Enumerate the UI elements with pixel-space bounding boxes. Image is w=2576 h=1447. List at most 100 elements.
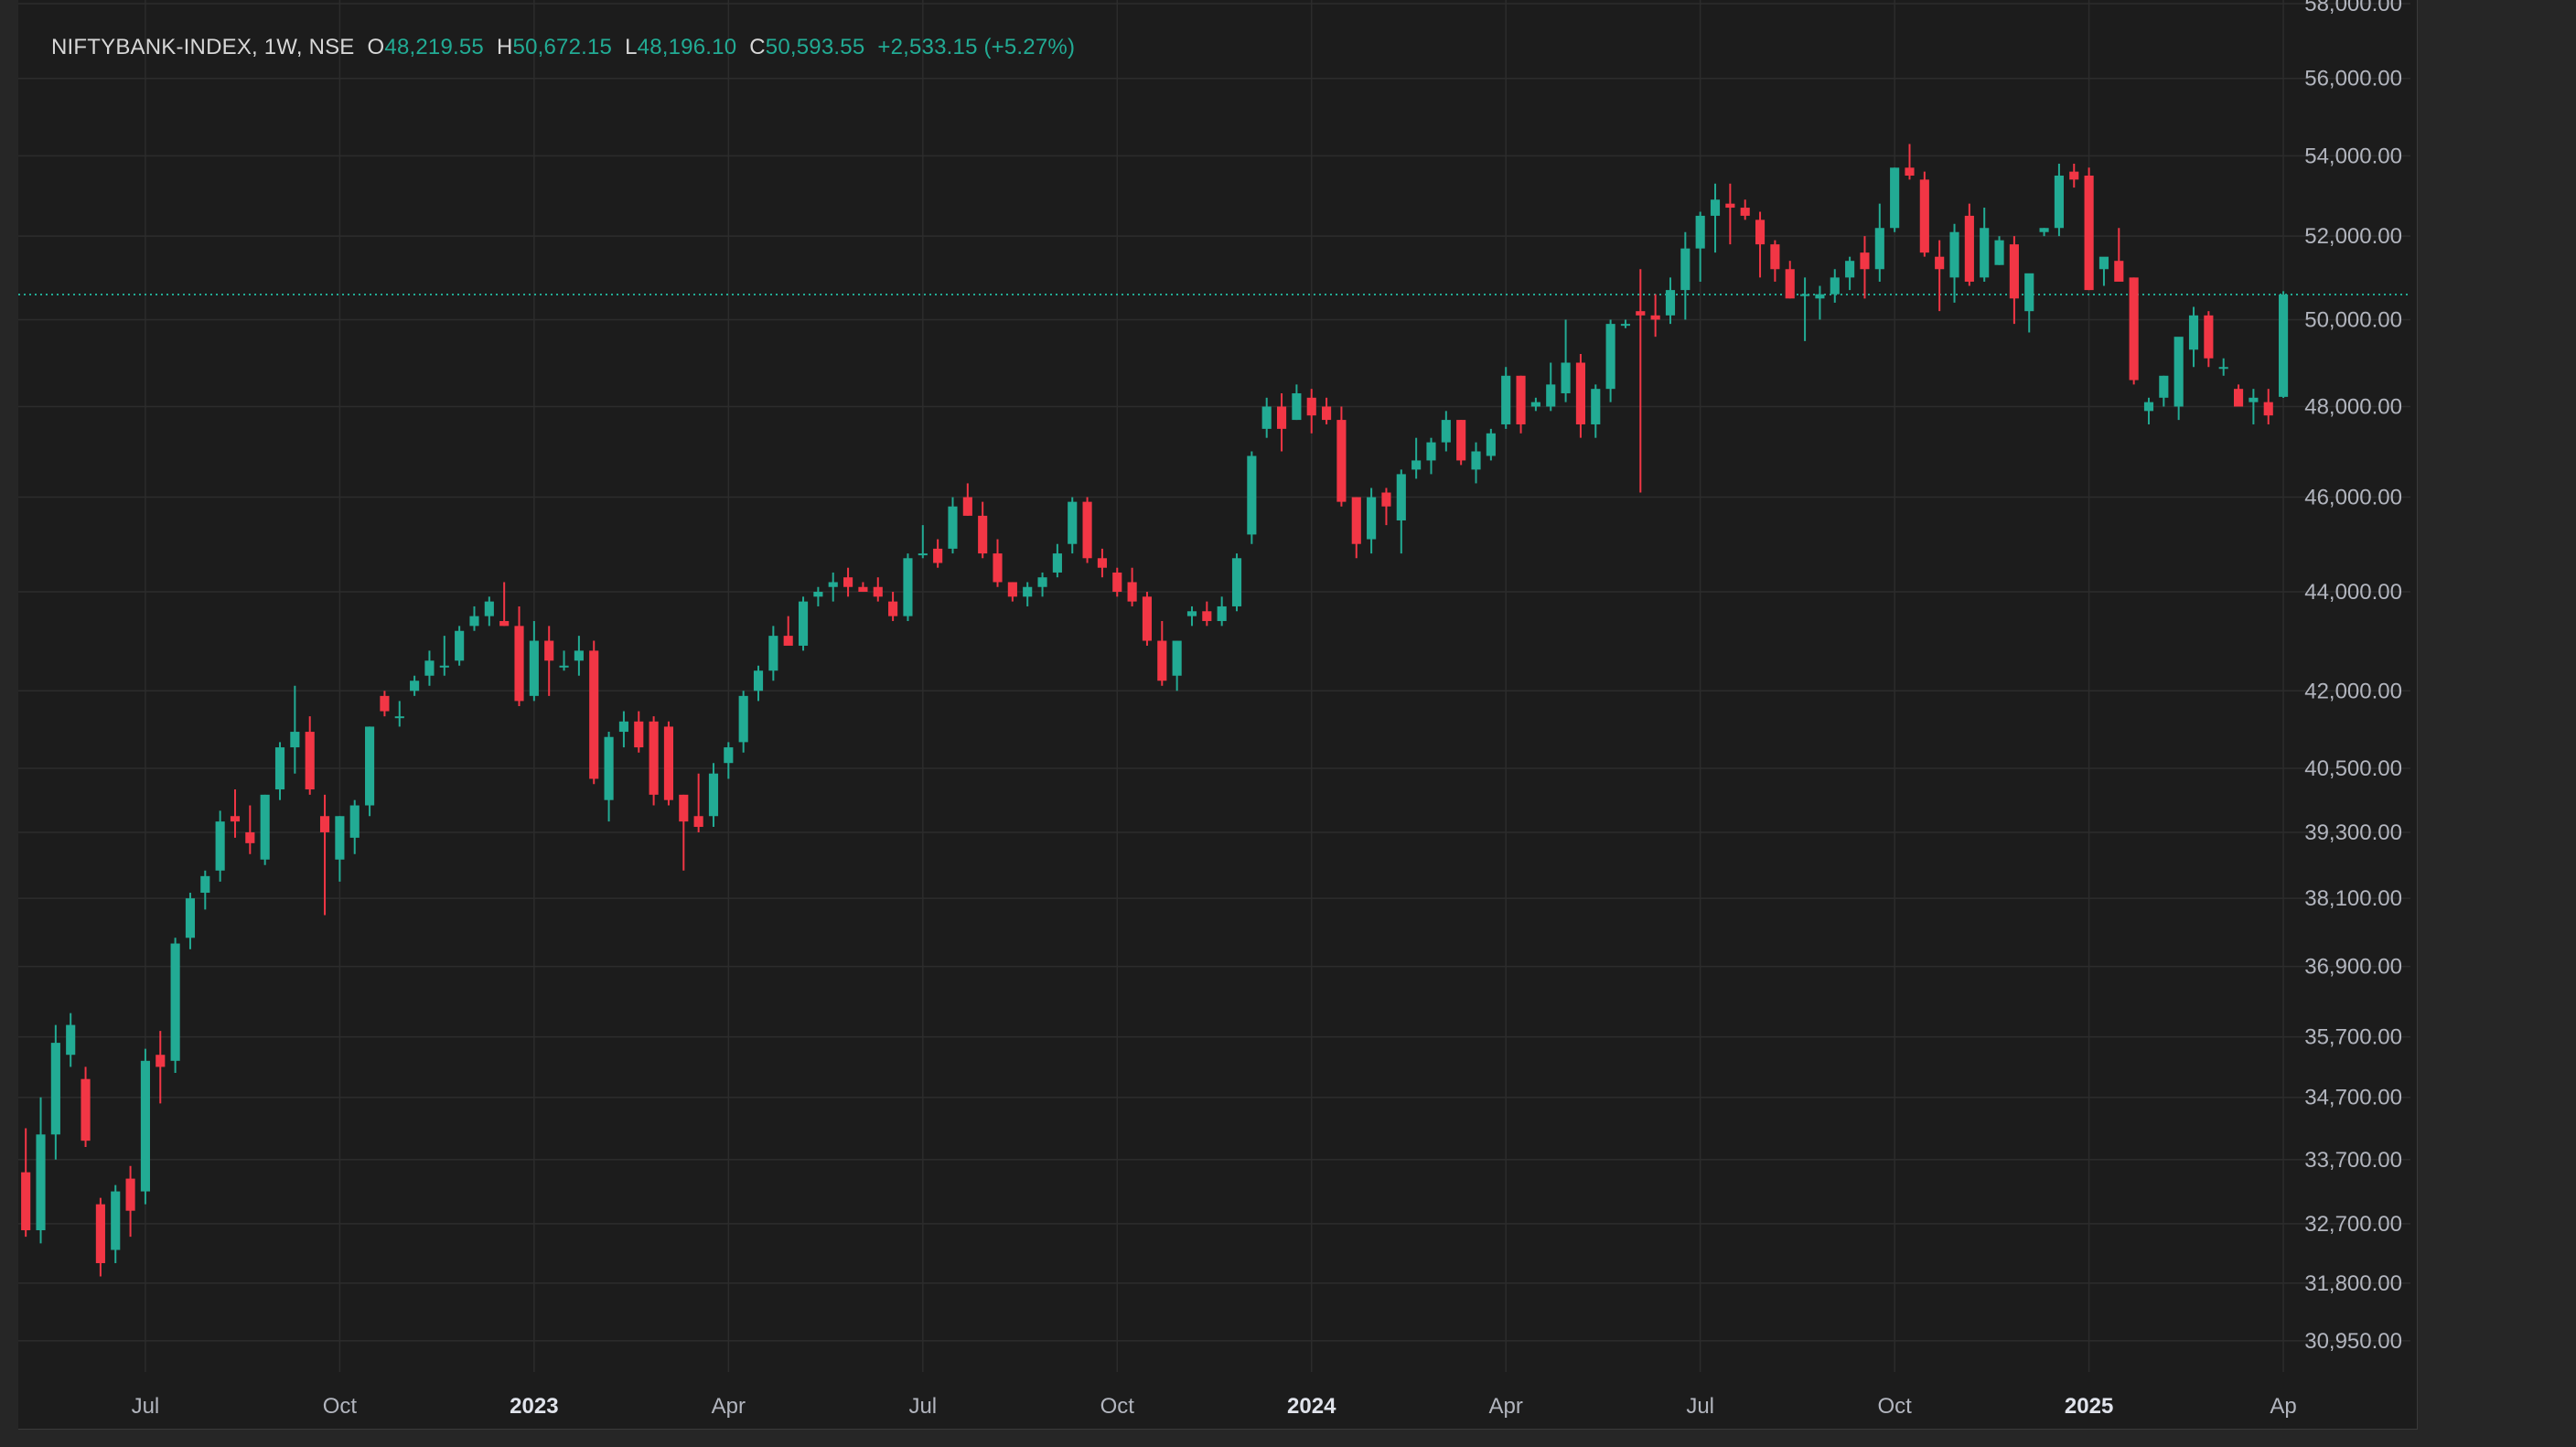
candle[interactable] — [1426, 437, 1436, 475]
candle[interactable] — [1770, 240, 1780, 282]
candle[interactable] — [724, 742, 734, 779]
chart-pane[interactable]: 58,000.00 56,000.00 54,000.00 52,000.00 50,0… — [18, 0, 2418, 1430]
candle[interactable] — [604, 732, 614, 822]
candle[interactable] — [873, 577, 883, 602]
candle[interactable] — [1306, 389, 1316, 434]
candle[interactable] — [1396, 469, 1406, 554]
candle[interactable] — [1994, 236, 2004, 265]
candle[interactable] — [783, 616, 793, 646]
candle[interactable] — [319, 794, 330, 916]
candle[interactable] — [1665, 277, 1676, 325]
candle[interactable] — [1964, 203, 1974, 286]
candle[interactable] — [529, 620, 539, 702]
candle[interactable] — [1830, 269, 1840, 303]
candle[interactable] — [2279, 291, 2289, 399]
candle[interactable] — [1905, 144, 1915, 180]
candle[interactable] — [245, 805, 255, 854]
candle[interactable] — [484, 596, 494, 627]
candle[interactable] — [993, 539, 1003, 587]
candle[interactable] — [380, 691, 390, 717]
candle[interactable] — [1620, 319, 1631, 328]
candle[interactable] — [514, 606, 524, 706]
candle[interactable] — [50, 1024, 60, 1160]
candle[interactable] — [753, 665, 764, 702]
candle[interactable] — [708, 763, 719, 828]
candle[interactable] — [125, 1165, 135, 1238]
candle[interactable] — [66, 1013, 76, 1067]
candle[interactable] — [828, 572, 838, 602]
candle[interactable] — [948, 497, 958, 554]
candle[interactable] — [1710, 183, 1721, 253]
candle[interactable] — [903, 553, 913, 621]
candle[interactable] — [455, 626, 465, 666]
candle[interactable] — [962, 483, 972, 516]
candle[interactable] — [1546, 362, 1556, 412]
candle[interactable] — [1561, 319, 1571, 402]
candle[interactable] — [80, 1066, 91, 1147]
candle[interactable] — [1605, 319, 1615, 402]
candle[interactable] — [1815, 285, 1825, 320]
candle[interactable] — [1949, 223, 1959, 303]
candle[interactable] — [1351, 497, 1361, 559]
candle[interactable] — [2218, 358, 2228, 376]
candle[interactable] — [424, 650, 435, 686]
candle[interactable] — [2143, 397, 2154, 424]
candle[interactable] — [1007, 582, 1017, 602]
candle[interactable] — [1725, 183, 1735, 245]
candle[interactable] — [2174, 337, 2184, 421]
candle[interactable] — [2159, 375, 2169, 407]
candle[interactable] — [1980, 208, 1990, 282]
candle[interactable] — [1695, 211, 1705, 282]
candle[interactable] — [798, 596, 809, 651]
candle[interactable] — [1456, 420, 1466, 466]
candle[interactable] — [1785, 261, 1795, 299]
candle[interactable] — [1127, 567, 1137, 606]
candle[interactable] — [574, 636, 584, 676]
candle[interactable] — [1740, 199, 1750, 220]
candle[interactable] — [349, 799, 360, 854]
candle[interactable] — [1800, 277, 1810, 341]
candle[interactable] — [2024, 273, 2034, 333]
candle[interactable] — [1530, 397, 1540, 412]
candle[interactable] — [1890, 167, 1900, 232]
candle[interactable] — [305, 716, 315, 795]
candle[interactable] — [663, 721, 674, 806]
candle[interactable] — [1247, 451, 1257, 544]
candle[interactable] — [1172, 640, 1182, 691]
candle[interactable] — [439, 636, 449, 676]
candle[interactable] — [1591, 384, 1601, 438]
candle[interactable] — [170, 938, 180, 1074]
candle[interactable] — [1874, 203, 1884, 282]
candle[interactable] — [394, 701, 404, 727]
candle[interactable] — [2054, 163, 2064, 237]
candle[interactable] — [1845, 256, 1855, 291]
candle[interactable] — [2084, 167, 2094, 291]
candle[interactable] — [21, 1128, 31, 1238]
candle[interactable] — [1919, 171, 1929, 257]
candle[interactable] — [1441, 411, 1451, 452]
candle[interactable] — [888, 592, 898, 621]
candle[interactable] — [2233, 384, 2244, 407]
candle[interactable] — [290, 685, 300, 774]
candle[interactable] — [2129, 277, 2139, 385]
candle[interactable] — [2263, 389, 2273, 424]
candle[interactable] — [1575, 354, 1585, 438]
candle[interactable] — [140, 1048, 150, 1205]
candle[interactable] — [1501, 367, 1511, 429]
candle[interactable] — [1636, 269, 1646, 493]
candle[interactable] — [918, 525, 928, 559]
candle[interactable] — [1755, 211, 1766, 278]
candle[interactable] — [1292, 384, 1302, 421]
candle[interactable] — [410, 675, 420, 696]
candle[interactable] — [156, 1031, 166, 1104]
candle[interactable] — [2098, 256, 2109, 286]
candle[interactable] — [95, 1197, 105, 1277]
candle[interactable] — [365, 726, 375, 817]
candle[interactable] — [1023, 582, 1033, 606]
candle[interactable] — [2069, 163, 2079, 188]
candle[interactable] — [1068, 497, 1078, 554]
candle[interactable] — [1082, 497, 1092, 563]
candle[interactable] — [1231, 553, 1242, 612]
candle[interactable] — [499, 582, 510, 627]
candle[interactable] — [978, 501, 988, 559]
